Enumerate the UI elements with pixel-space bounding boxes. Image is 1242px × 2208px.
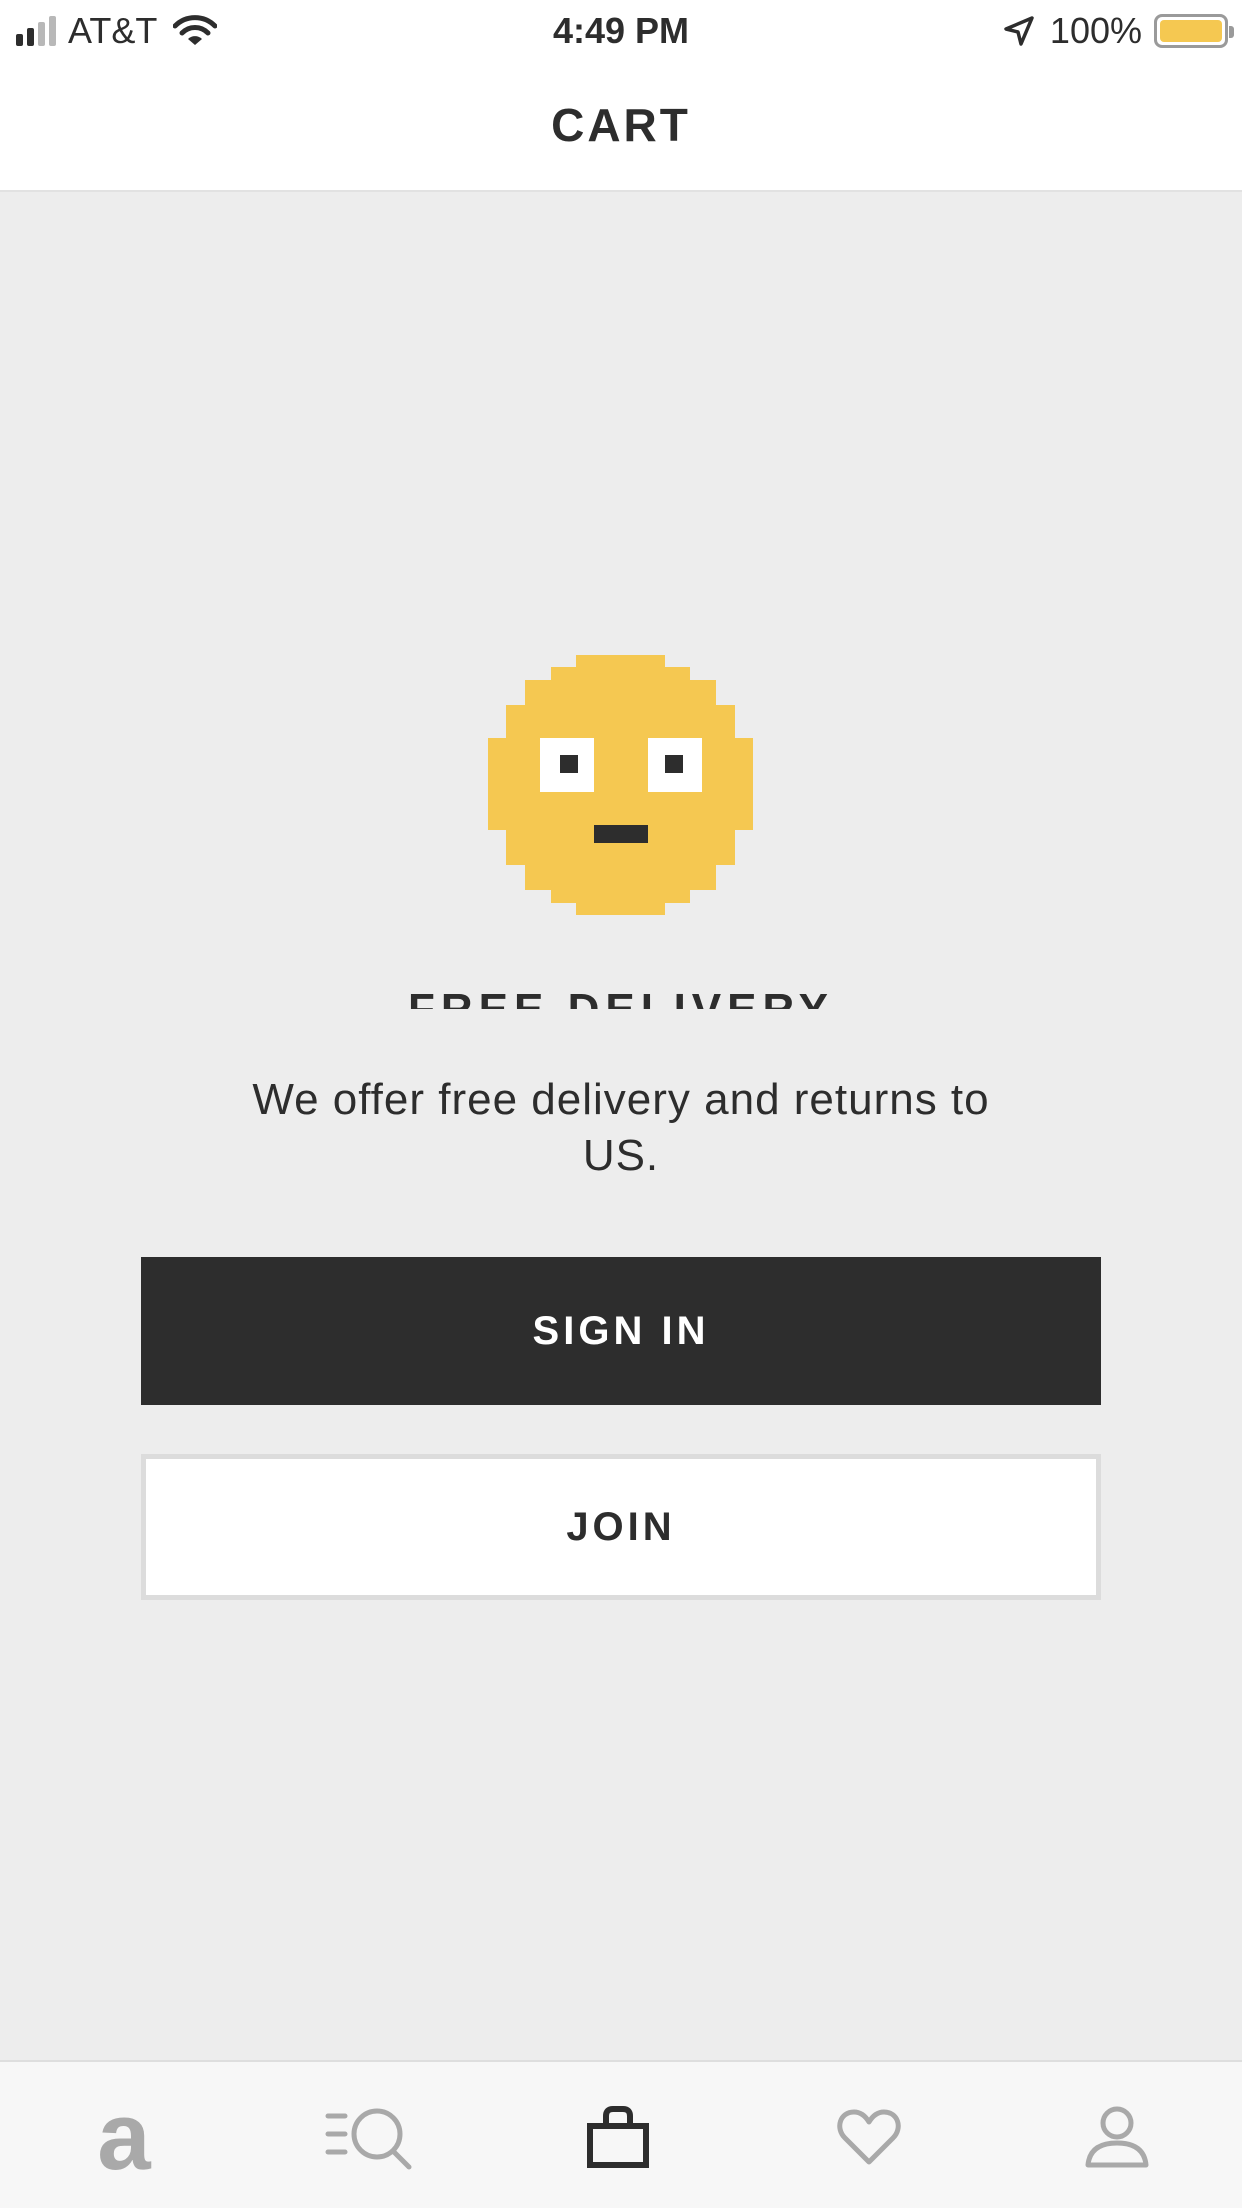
location-arrow-icon bbox=[1004, 16, 1034, 46]
tab-bar: a bbox=[0, 2060, 1242, 2208]
tab-search[interactable] bbox=[325, 2092, 415, 2182]
battery-icon bbox=[1154, 14, 1234, 48]
user-icon bbox=[1085, 2106, 1149, 2168]
status-bar: AT&T 4:49 PM 100% bbox=[0, 0, 1242, 62]
battery-percent: 100% bbox=[1049, 10, 1142, 51]
page-title: CART bbox=[551, 99, 691, 151]
tab-account[interactable] bbox=[1072, 2092, 1162, 2182]
empty-state-heading: FREE DELIVERY bbox=[0, 985, 1242, 1009]
nav-header: CART bbox=[0, 62, 1242, 192]
pixel-face-icon bbox=[488, 655, 753, 915]
sign-in-button[interactable]: SIGN IN bbox=[141, 1257, 1101, 1405]
join-button[interactable]: JOIN bbox=[141, 1454, 1101, 1600]
empty-state-message: We offer free delivery and returns to US… bbox=[252, 1075, 990, 1180]
tab-home[interactable]: a bbox=[79, 2083, 169, 2190]
status-right: 100% bbox=[1002, 10, 1234, 52]
heart-icon bbox=[837, 2109, 901, 2165]
asos-logo-icon: a bbox=[97, 2083, 151, 2190]
bag-icon bbox=[587, 2106, 649, 2168]
search-icon bbox=[325, 2108, 412, 2170]
tab-saved[interactable] bbox=[824, 2092, 914, 2182]
tab-bag[interactable] bbox=[573, 2092, 663, 2182]
